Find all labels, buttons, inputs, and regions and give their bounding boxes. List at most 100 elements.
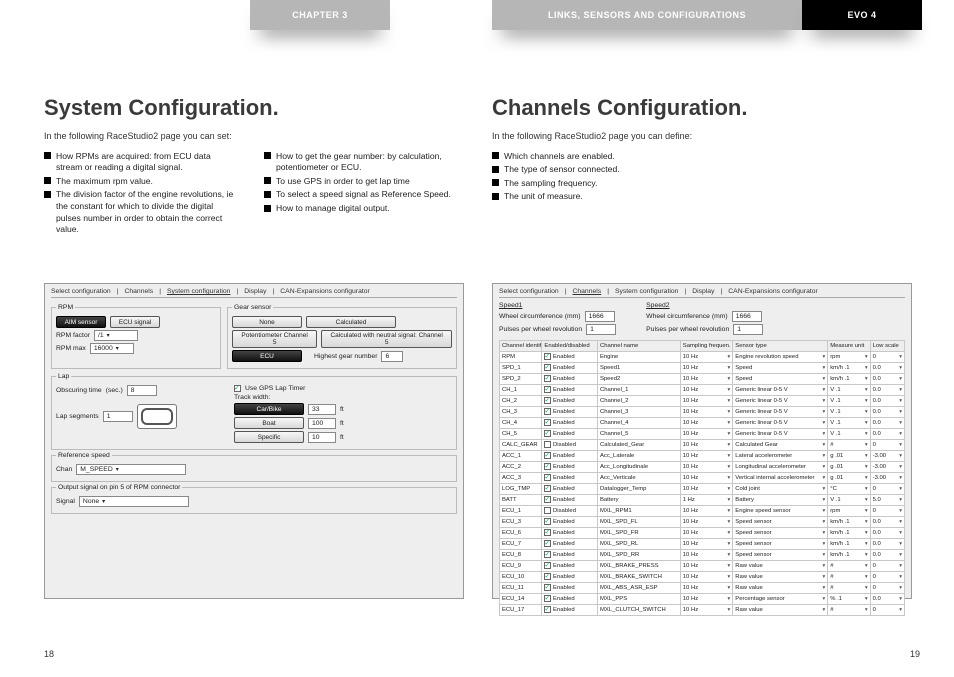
gear-ecu-button[interactable]: ECU	[232, 350, 302, 362]
table-cell[interactable]: Enabled	[542, 374, 598, 385]
table-cell[interactable]: 10 Hz	[680, 506, 733, 517]
table-cell[interactable]: 0	[870, 572, 904, 583]
table-cell[interactable]: g .01	[828, 462, 870, 473]
table-cell[interactable]: 10 Hz	[680, 418, 733, 429]
table-cell[interactable]: 1 Hz	[680, 495, 733, 506]
table-cell[interactable]: Generic linear 0-5 V	[733, 407, 828, 418]
table-cell[interactable]: Speed sensor	[733, 528, 828, 539]
table-cell[interactable]: 0.0	[870, 363, 904, 374]
enable-checkbox[interactable]	[544, 507, 551, 514]
enable-checkbox[interactable]	[544, 529, 551, 536]
table-cell[interactable]: 5.0	[870, 495, 904, 506]
table-cell[interactable]: 0	[870, 506, 904, 517]
table-cell[interactable]: g .01	[828, 473, 870, 484]
table-cell[interactable]: Enabled	[542, 561, 598, 572]
table-cell[interactable]: Enabled	[542, 363, 598, 374]
highest-gear-field[interactable]: 6	[381, 351, 403, 362]
table-cell[interactable]: 10 Hz	[680, 451, 733, 462]
table-cell[interactable]: 10 Hz	[680, 462, 733, 473]
table-cell[interactable]: km/h .1	[828, 374, 870, 385]
table-cell[interactable]: 10 Hz	[680, 352, 733, 363]
tab-item[interactable]: Select configuration	[51, 288, 111, 295]
enable-checkbox[interactable]	[544, 397, 551, 404]
table-cell[interactable]: 10 Hz	[680, 429, 733, 440]
enable-checkbox[interactable]	[544, 518, 551, 525]
table-cell[interactable]: Enabled	[542, 605, 598, 616]
tab-item[interactable]: Channels	[124, 288, 153, 295]
aim-sensor-button[interactable]: AIM sensor	[56, 316, 106, 328]
table-cell[interactable]: Enabled	[542, 550, 598, 561]
table-cell[interactable]: °C	[828, 484, 870, 495]
wheel-circ1-field[interactable]: 1666	[585, 311, 615, 322]
table-cell[interactable]: 0.0	[870, 539, 904, 550]
table-cell[interactable]: rpm	[828, 506, 870, 517]
rpm-max-select[interactable]: 16000	[90, 343, 134, 354]
table-cell[interactable]: 0.0	[870, 418, 904, 429]
table-cell[interactable]: Enabled	[542, 385, 598, 396]
table-cell[interactable]: Speed	[733, 363, 828, 374]
enable-checkbox[interactable]	[544, 386, 551, 393]
table-cell[interactable]: #	[828, 605, 870, 616]
table-cell[interactable]: Enabled	[542, 473, 598, 484]
table-cell[interactable]: Enabled	[542, 594, 598, 605]
table-cell[interactable]: 10 Hz	[680, 561, 733, 572]
table-cell[interactable]: 10 Hz	[680, 594, 733, 605]
table-cell[interactable]: Lateral accelerometer	[733, 451, 828, 462]
table-cell[interactable]: V .1	[828, 407, 870, 418]
table-cell[interactable]: Enabled	[542, 572, 598, 583]
enable-checkbox[interactable]	[544, 595, 551, 602]
tab-item[interactable]: CAN-Expansions configurator	[280, 288, 370, 295]
table-cell[interactable]: V .1	[828, 429, 870, 440]
tab-item[interactable]: System configuration	[167, 288, 230, 295]
table-cell[interactable]: Generic linear 0-5 V	[733, 385, 828, 396]
table-cell[interactable]: Enabled	[542, 495, 598, 506]
table-cell[interactable]: 0.0	[870, 429, 904, 440]
table-cell[interactable]: V .1	[828, 385, 870, 396]
table-cell[interactable]: Disabled	[542, 506, 598, 517]
table-cell[interactable]: Enabled	[542, 539, 598, 550]
table-cell[interactable]: g .01	[828, 451, 870, 462]
table-cell[interactable]: rpm	[828, 352, 870, 363]
enable-checkbox[interactable]	[544, 364, 551, 371]
tab-item[interactable]: Display	[692, 288, 714, 295]
trackwidth-value-field[interactable]: 100	[308, 418, 336, 429]
table-cell[interactable]: Cold joint	[733, 484, 828, 495]
table-cell[interactable]: km/h .1	[828, 363, 870, 374]
table-cell[interactable]: km/h .1	[828, 528, 870, 539]
table-cell[interactable]: Longitudinal accelerometer	[733, 462, 828, 473]
table-cell[interactable]: 0	[870, 583, 904, 594]
trackwidth-car/bike-button[interactable]: Car/Bike	[234, 403, 304, 415]
table-cell[interactable]: 0	[870, 605, 904, 616]
table-cell[interactable]: 0.0	[870, 594, 904, 605]
table-cell[interactable]: Raw value	[733, 583, 828, 594]
tab-item[interactable]: Display	[244, 288, 266, 295]
table-cell[interactable]: Speed sensor	[733, 517, 828, 528]
table-cell[interactable]: 10 Hz	[680, 385, 733, 396]
table-cell[interactable]: 0	[870, 561, 904, 572]
table-cell[interactable]: km/h .1	[828, 539, 870, 550]
trackwidth-value-field[interactable]: 10	[308, 432, 336, 443]
table-cell[interactable]: Enabled	[542, 583, 598, 594]
enable-checkbox[interactable]	[544, 540, 551, 547]
obscuring-time-field[interactable]: 8	[127, 385, 157, 396]
table-cell[interactable]: 0.0	[870, 396, 904, 407]
table-cell[interactable]: Raw value	[733, 561, 828, 572]
table-cell[interactable]: Enabled	[542, 462, 598, 473]
enable-checkbox[interactable]	[544, 551, 551, 558]
table-cell[interactable]: 10 Hz	[680, 517, 733, 528]
trackwidth-boat-button[interactable]: Boat	[234, 417, 304, 429]
enable-checkbox[interactable]	[544, 419, 551, 426]
enable-checkbox[interactable]	[544, 375, 551, 382]
table-cell[interactable]: Engine revolution speed	[733, 352, 828, 363]
table-cell[interactable]: 0.0	[870, 517, 904, 528]
table-cell[interactable]: Calculated Gear	[733, 440, 828, 451]
table-cell[interactable]: Enabled	[542, 517, 598, 528]
ref-chan-select[interactable]: M_SPEED	[76, 464, 186, 475]
table-cell[interactable]: Generic linear 0-5 V	[733, 396, 828, 407]
table-cell[interactable]: 0	[870, 352, 904, 363]
gear-pot-button[interactable]: Potentiometer Channel 5	[232, 330, 317, 348]
table-cell[interactable]: Enabled	[542, 528, 598, 539]
trackwidth-value-field[interactable]: 33	[308, 404, 336, 415]
lap-segments-field[interactable]: 1	[103, 411, 133, 422]
table-cell[interactable]: 0.0	[870, 550, 904, 561]
